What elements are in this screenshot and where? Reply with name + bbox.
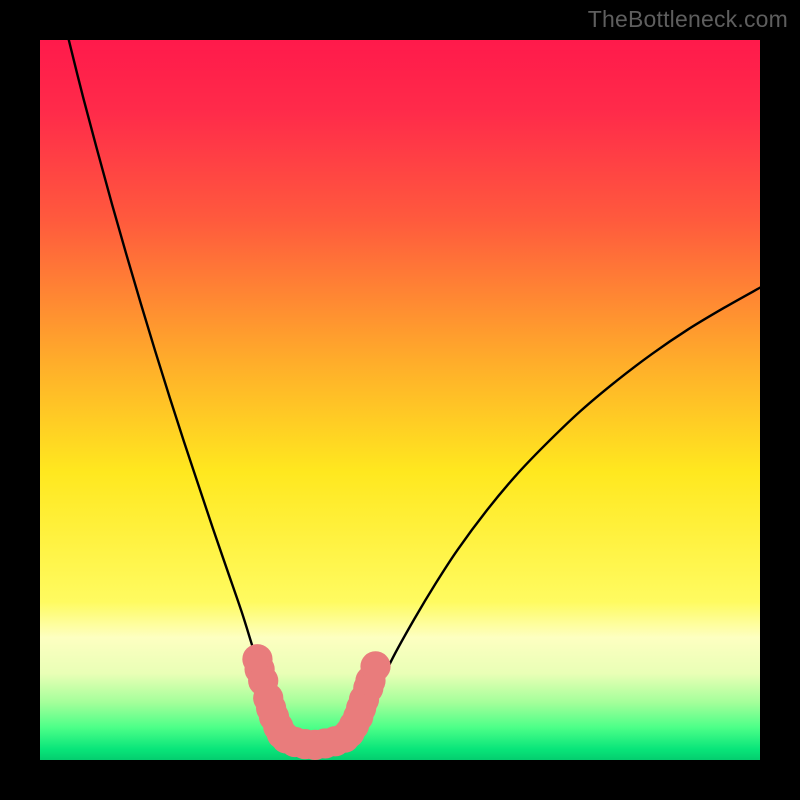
gradient-background (40, 40, 760, 760)
plot-area (40, 40, 760, 760)
chart-svg (40, 40, 760, 760)
watermark-text: TheBottleneck.com (588, 6, 788, 33)
chart-frame: TheBottleneck.com (0, 0, 800, 800)
marker-dot (360, 651, 390, 681)
